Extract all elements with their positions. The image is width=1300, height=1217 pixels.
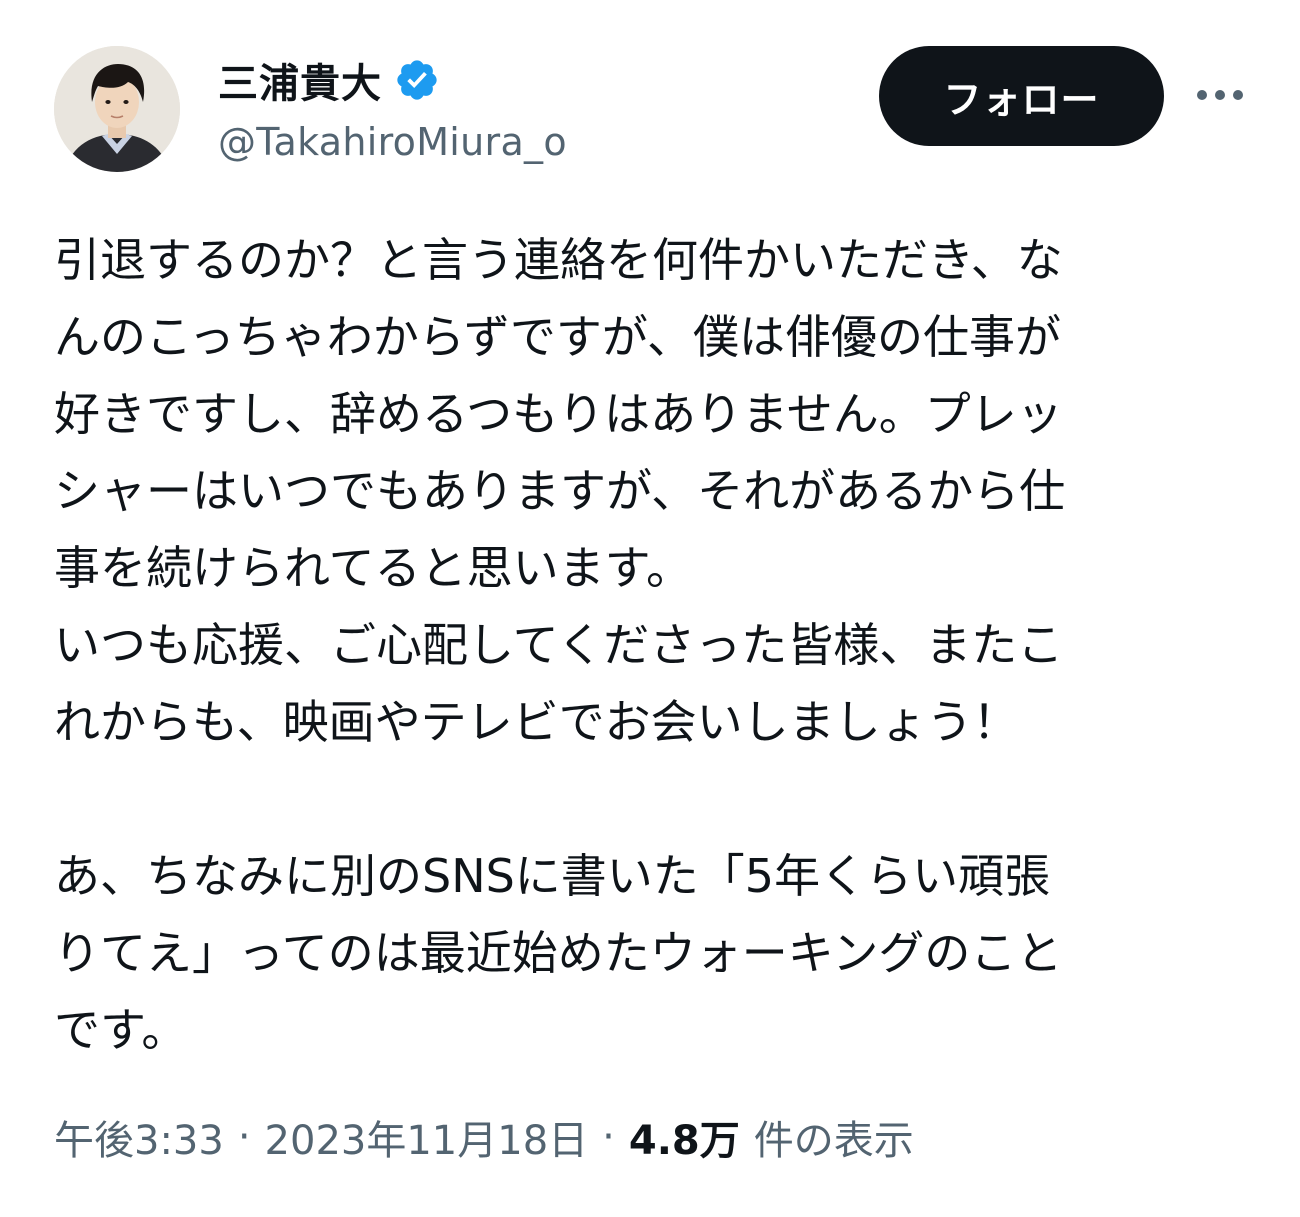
author-name-row: 三浦貴大 [218,52,440,108]
avatar[interactable] [54,46,180,172]
display-name[interactable]: 三浦貴大 [218,51,382,109]
meta-separator: · [602,1114,615,1160]
profile-photo [54,46,180,172]
tweet-text-line: シャーはいつでもありますが、それがあるから仕 [54,464,1066,518]
tweet-text-line: あ、ちなみに別のSNSに書いた「5年くらい頑張 [54,849,1051,903]
tweet-text-line: 引退するのか？と言う連絡を何件かいただき、な [54,233,1063,287]
views-label: 件の表示 [753,1118,914,1164]
tweet-text-line: いつも応援、ご心配してくださった皆様、またこ [54,618,1064,672]
tweet-text-blank-line [54,761,1254,838]
tweet: 三浦貴大 @TakahiroMiura_o フォロー 引退するのか？と言う連絡を… [0,0,1300,1217]
tweet-text-line: れからも、映画やテレビでお会いしましょう！ [54,695,1019,749]
tweet-meta: 午後3:33 · 2023年11月18日 · 4.8万 件の表示 [54,1108,914,1166]
tweet-text-line: です。 [54,1003,188,1057]
author-handle[interactable]: @TakahiroMiura_o [218,120,567,164]
views-count: 4.8万 [628,1118,740,1164]
more-horizontal-icon [1196,86,1244,105]
tweet-date[interactable]: 2023年11月18日 [265,1108,589,1166]
tweet-text-line: んのこっちゃわからずですが、僕は俳優の仕事が [54,310,1061,364]
tweet-text: 引退するのか？と言う連絡を何件かいただき、な んのこっちゃわからずですが、僕は俳… [54,222,1254,1069]
tweet-text-line: 事を続けられてると思います。 [54,541,693,595]
follow-button[interactable]: フォロー [879,46,1164,146]
tweet-text-line: 好きですし、辞めるつもりはありません。プレッ [54,387,1063,441]
more-options-button[interactable] [1190,70,1250,120]
verified-badge-icon[interactable] [394,57,440,103]
tweet-time[interactable]: 午後3:33 [54,1108,224,1166]
tweet-text-line: りてえ」ってのは最近始めたウォーキングのこと [54,926,1063,980]
meta-separator: · [237,1114,251,1160]
